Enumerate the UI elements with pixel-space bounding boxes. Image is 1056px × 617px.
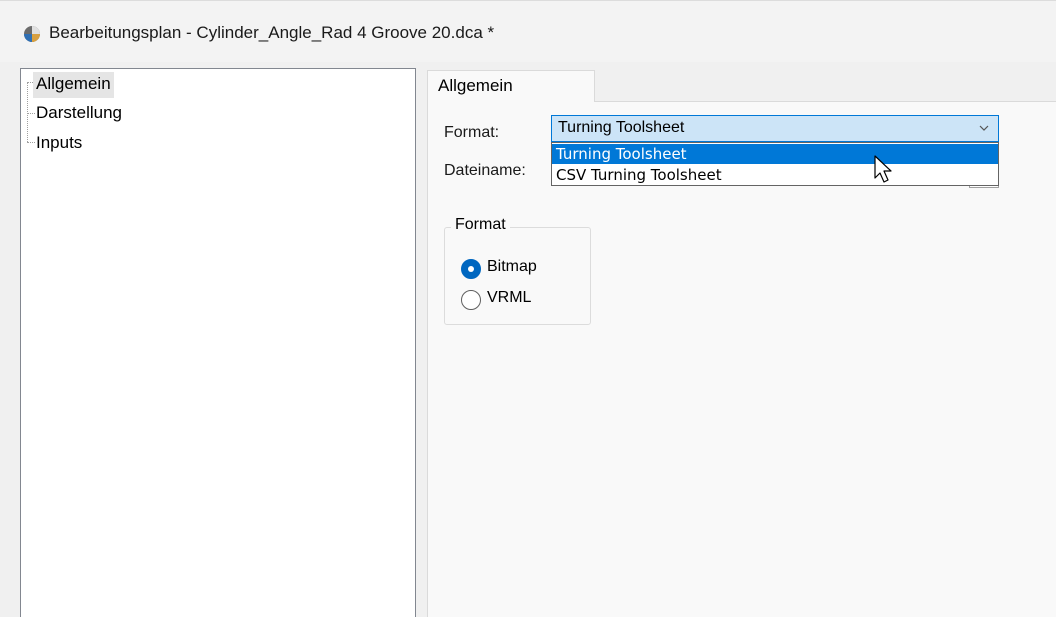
tree-item-inputs[interactable]: Inputs <box>33 131 85 157</box>
filename-label: Dateiname: <box>444 162 526 179</box>
window-title: Bearbeitungsplan - Cylinder_Angle_Rad 4 … <box>49 23 495 42</box>
radio-label: Bitmap <box>487 258 537 275</box>
radio-vrml[interactable]: VRML <box>461 288 561 310</box>
radio-bitmap[interactable]: Bitmap <box>461 257 561 279</box>
format-combobox-value: Turning Toolsheet <box>558 119 685 136</box>
tree-item-darstellung[interactable]: Darstellung <box>33 101 125 127</box>
tab-allgemein[interactable]: Allgemein <box>427 70 595 102</box>
radio-checked-icon <box>461 259 481 279</box>
groupbox-title: Format <box>451 216 510 234</box>
tree-item-allgemein[interactable]: Allgemein <box>33 72 114 98</box>
navigation-tree: Allgemein Darstellung Inputs <box>20 68 416 617</box>
radio-unchecked-icon <box>461 290 481 310</box>
dialog-window: Bearbeitungsplan - Cylinder_Angle_Rad 4 … <box>0 0 1056 617</box>
title-bar[interactable]: Bearbeitungsplan - Cylinder_Angle_Rad 4 … <box>0 0 1056 62</box>
format-combobox[interactable]: Turning Toolsheet <box>551 115 999 142</box>
dropdown-option-csv-turning-toolsheet[interactable]: CSV Turning Toolsheet <box>552 165 998 185</box>
chevron-down-icon <box>979 125 989 131</box>
radio-label: VRML <box>487 289 532 306</box>
mouse-pointer-icon <box>874 155 892 183</box>
format-dropdown-list: Turning Toolsheet CSV Turning Toolsheet <box>551 142 999 186</box>
app-icon <box>24 26 40 42</box>
tab-label: Allgemein <box>438 76 513 95</box>
dropdown-option-turning-toolsheet[interactable]: Turning Toolsheet <box>552 144 998 164</box>
format-label: Format: <box>444 124 500 141</box>
tree-connector <box>27 82 28 142</box>
